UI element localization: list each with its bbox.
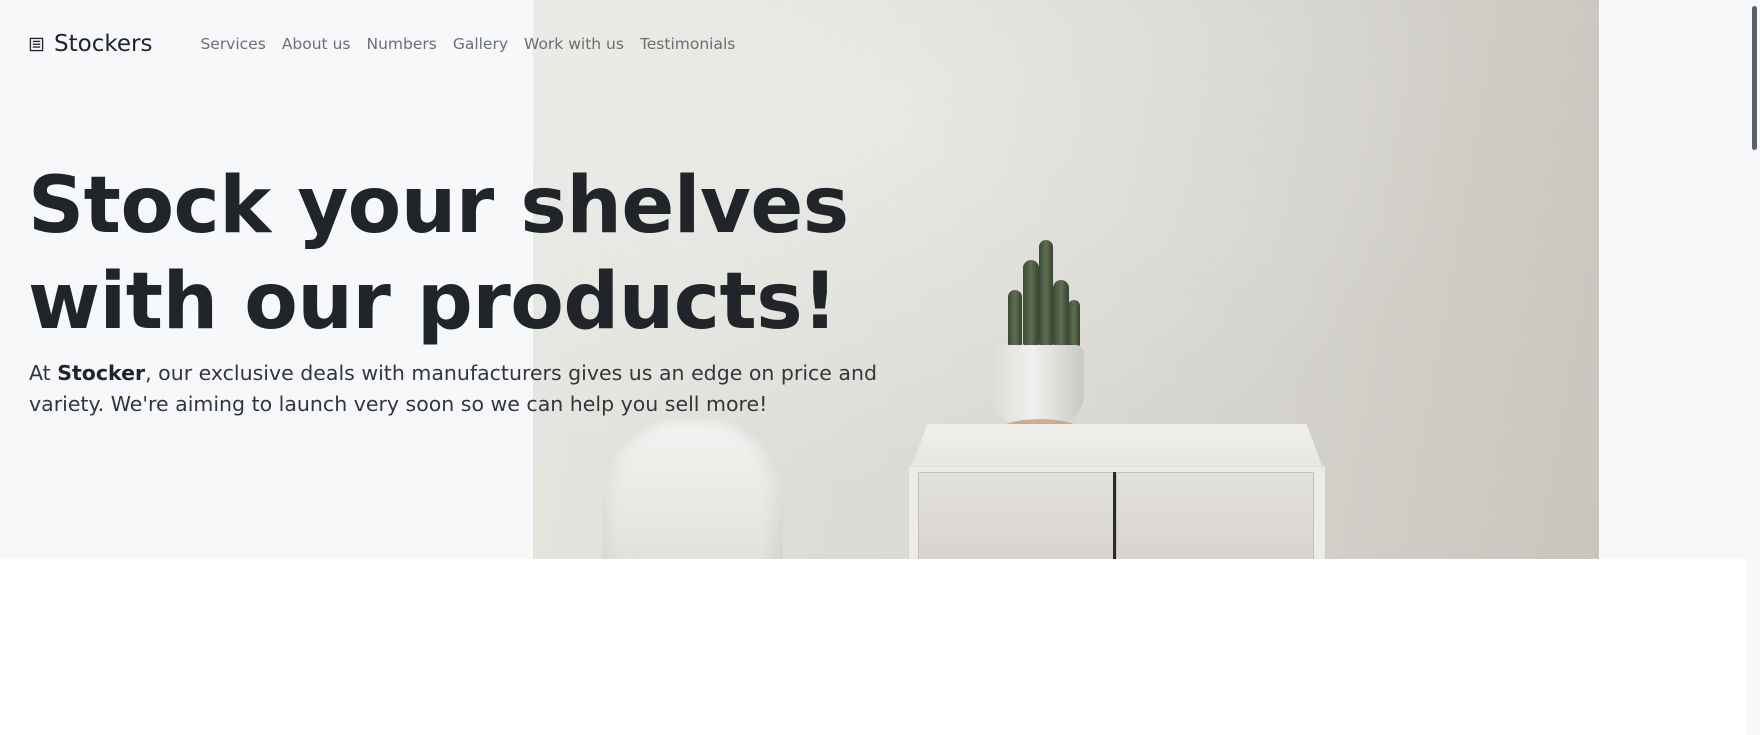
cactus-stem: [1023, 260, 1039, 350]
nav-links: Services About us Numbers Gallery Work w…: [200, 35, 751, 53]
cabinet-door-left: [918, 472, 1115, 559]
lead-suffix: , our exclusive deals with manufacturers…: [29, 361, 877, 416]
hero-headline: Stock your shelves with our products!: [28, 158, 928, 350]
plant-pot: [992, 345, 1084, 425]
lead-brand: Stocker: [57, 361, 146, 385]
nav-link-testimonials[interactable]: Testimonials: [640, 35, 735, 53]
nav-link-work-with-us[interactable]: Work with us: [524, 35, 624, 53]
cactus-stem: [1039, 240, 1053, 350]
hero-section: Stockers Services About us Numbers Galle…: [0, 0, 1760, 559]
building-icon: [29, 37, 44, 52]
cabinet-door-right: [1116, 472, 1314, 559]
brand-name: Stockers: [54, 31, 153, 57]
top-nav: Stockers Services About us Numbers Galle…: [29, 28, 751, 60]
page: Stockers Services About us Numbers Galle…: [0, 0, 1760, 735]
chair-shape: [603, 418, 783, 559]
cactus-stem: [1068, 300, 1080, 350]
headline-line-2: with our products!: [28, 257, 838, 347]
cabinet-door-gap: [1113, 472, 1116, 559]
page-scrollbar[interactable]: [1746, 0, 1760, 735]
headline-line-1: Stock your shelves: [28, 161, 849, 251]
hero-lead: At Stocker, our exclusive deals with man…: [29, 358, 889, 420]
brand-link[interactable]: Stockers: [29, 31, 152, 57]
cabinet-top: [911, 424, 1323, 468]
cactus-stem: [1053, 280, 1069, 350]
cactus-stem: [1008, 290, 1022, 350]
nav-link-numbers[interactable]: Numbers: [366, 35, 436, 53]
nav-link-about-us[interactable]: About us: [282, 35, 351, 53]
nav-link-gallery[interactable]: Gallery: [453, 35, 508, 53]
nav-link-services[interactable]: Services: [200, 35, 265, 53]
lead-prefix: At: [29, 361, 58, 385]
scrollbar-thumb[interactable]: [1752, 6, 1757, 150]
